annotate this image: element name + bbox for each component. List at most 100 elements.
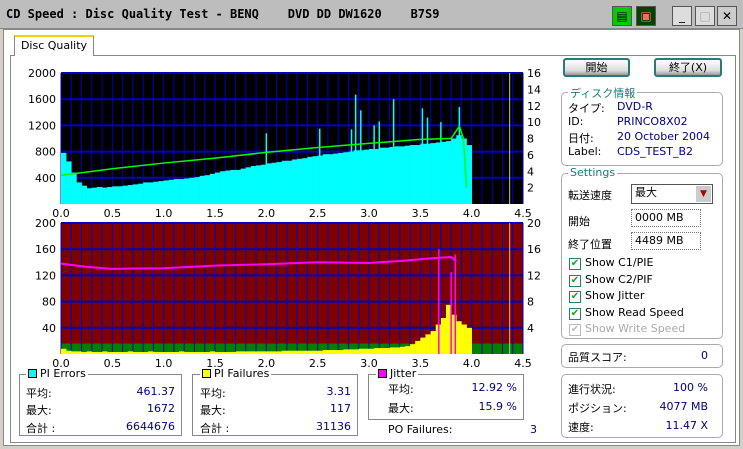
pi-failure-bar (307, 350, 313, 354)
x-tick-label: 2.5 (309, 207, 327, 220)
y2-tick-label: 8 (527, 133, 534, 146)
pi-failure-bar (322, 350, 329, 354)
pi-error-bar (276, 162, 283, 204)
pi-failure-bar (132, 352, 139, 354)
pi-failure-bar (358, 348, 365, 354)
y2-tick-label: 8 (527, 296, 534, 309)
pi-error-bar (399, 146, 406, 204)
type-label: タイプ: (568, 102, 605, 115)
pi-error-bar (327, 154, 334, 204)
pi-failure-bar (456, 321, 462, 354)
pi-failure-bar (76, 351, 82, 354)
pi-failure-bar (410, 344, 416, 354)
pi-errors-avg: 461.37 (136, 385, 176, 398)
pi-failure-bar (225, 352, 231, 354)
label-label: Label: (568, 145, 602, 158)
pi-error-bar (158, 181, 164, 204)
pi-error-bar (312, 156, 318, 204)
pi-error-bar (302, 158, 308, 204)
pi-failure-bar (404, 346, 411, 354)
pi-failure-bar (440, 317, 447, 354)
checkbox-2[interactable]: ✔ (569, 291, 581, 303)
pi-failure-bar (179, 351, 185, 354)
x-tick-label: 2.5 (309, 357, 327, 370)
pi-error-bar (179, 179, 185, 204)
settings-title: Settings (568, 166, 618, 179)
current-speed-label: 速度: (568, 421, 594, 434)
pi-errors-max-label: 最大: (26, 404, 52, 417)
copy-icon[interactable]: ▤ (612, 6, 632, 26)
chevron-down-icon[interactable]: ▼ (696, 186, 711, 202)
jitter-title: Jitter (390, 367, 417, 380)
x-tick-label: 4.0 (463, 357, 481, 370)
current-speed-value: 11.47 X (665, 419, 708, 432)
pi-error-bar (168, 179, 175, 204)
pi-error-bar (61, 152, 67, 204)
pi-failure-bar (168, 352, 175, 354)
start-field[interactable]: 0000 MB (631, 209, 701, 227)
y-tick-label: 200 (35, 217, 56, 230)
y2-tick-label: 10 (527, 116, 541, 129)
checkbox-3[interactable]: ✔ (569, 307, 581, 320)
minimize-icon[interactable]: _ (672, 6, 692, 26)
pi-error-bar (286, 160, 293, 204)
pi-error-bar (384, 147, 390, 204)
disc-info-title: ディスク情報 (568, 85, 638, 101)
progress-value: 100 % (673, 381, 708, 394)
pi-error-bar (250, 166, 257, 204)
pi-errors-avg-label: 平均: (26, 387, 52, 400)
checkbox-1[interactable]: ✔ (569, 274, 581, 287)
pi-failure-bar (117, 352, 123, 354)
pi-failure-bar (394, 347, 401, 354)
y2-tick-label: 4 (527, 322, 534, 335)
pi-error-bar (199, 175, 206, 204)
pi-error-bar (215, 172, 221, 204)
pi-failure-bar (184, 352, 190, 354)
pi-error-bar (102, 187, 108, 204)
pi-failure-bar (250, 351, 257, 354)
pi-failure-bar (189, 352, 195, 354)
jitter-avg-label: 平均: (388, 383, 414, 396)
speed-select[interactable]: 最大 ▼ (631, 184, 713, 204)
pi-failure-bar (61, 348, 67, 354)
pi-error-bar (163, 180, 170, 204)
jitter-swatch (378, 369, 387, 378)
pi-error-bar (256, 165, 262, 204)
y-tick-label: 400 (35, 172, 56, 185)
x-tick-label: 3.0 (360, 207, 378, 220)
checkbox-label: Show C2/PIF (585, 272, 653, 286)
pi-failures-title: PI Failures (214, 367, 270, 380)
pi-failure-bar (158, 352, 164, 354)
y-tick-label: 2000 (28, 67, 56, 80)
po-failures-label: PO Failures: (388, 423, 453, 436)
date-label: 日付: (568, 132, 594, 145)
pi-failure-bar (343, 349, 349, 354)
id-value: PRINCO8X02 (617, 115, 688, 128)
y2-tick-label: 16 (527, 67, 541, 80)
x-tick-label: 1.5 (206, 207, 224, 220)
pi-error-bar (430, 143, 437, 204)
checkbox-0[interactable]: ✔ (569, 258, 581, 270)
exit-button[interactable]: 終了(X) (654, 58, 722, 77)
pi-error-bar (307, 156, 313, 204)
maximize-icon[interactable]: □ (695, 6, 715, 26)
pi-error-bar (220, 171, 226, 204)
save-icon[interactable]: ▣ (636, 6, 656, 26)
pi-failure-bar (399, 346, 406, 354)
quality-score-value: 0 (701, 349, 708, 362)
pi-error-bar (271, 162, 277, 204)
start-button[interactable]: 開始 (563, 58, 630, 77)
pi-error-bar (440, 141, 447, 204)
y2-tick-label: 12 (527, 100, 541, 113)
pi-failure-bar (81, 352, 87, 354)
pi-failure-bar (127, 351, 134, 354)
pi-error-bar (143, 182, 149, 204)
jitter-avg: 12.92 % (471, 381, 517, 394)
pi-failure-bar (420, 337, 426, 354)
pi-errors-max: 1672 (147, 402, 175, 415)
pi-failure-bar (369, 348, 375, 354)
close-icon[interactable]: ✕ (717, 6, 737, 26)
end-field[interactable]: 4489 MB (631, 232, 701, 250)
y-tick-label: 1200 (28, 119, 56, 132)
pi-error-bar (343, 152, 349, 204)
